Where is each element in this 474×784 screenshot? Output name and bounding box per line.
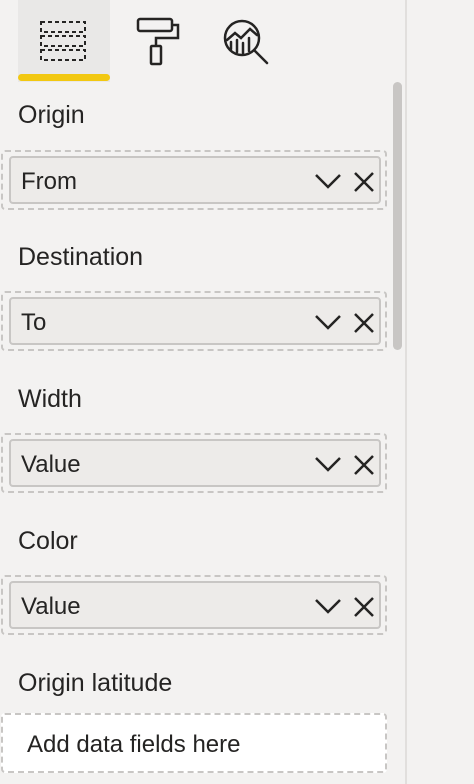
well-origin-latitude-drop-zone[interactable]: Add data fields here [1,713,387,773]
well-label-origin-latitude: Origin latitude [18,669,173,697]
tab-fields[interactable] [18,0,110,82]
well-destination[interactable]: To [1,291,387,351]
active-tab-indicator [18,74,110,81]
chevron-down-icon[interactable] [313,170,343,192]
visualizations-pane: Origin From Destination To Width Value C… [0,0,405,784]
field-pill-color[interactable]: Value [9,581,381,629]
drop-zone-placeholder: Add data fields here [27,731,241,758]
well-label-origin: Origin [18,101,85,129]
close-icon[interactable] [352,453,376,477]
chevron-down-icon[interactable] [313,595,343,617]
analytics-magnifier-icon [223,19,269,65]
well-label-width: Width [18,385,82,413]
close-icon[interactable] [352,170,376,194]
close-icon[interactable] [352,311,376,335]
close-icon[interactable] [352,595,376,619]
field-pill-destination[interactable]: To [9,297,381,345]
scrollbar-thumb[interactable] [393,82,402,350]
pane-tabs [0,0,405,86]
field-name: Value [21,593,81,620]
canvas-edge [405,0,474,784]
chevron-down-icon[interactable] [313,311,343,333]
field-name: Value [21,451,81,478]
well-width[interactable]: Value [1,433,387,493]
well-label-color: Color [18,527,78,555]
tab-format[interactable] [112,0,204,82]
field-pill-origin[interactable]: From [9,156,381,204]
chevron-down-icon[interactable] [313,453,343,475]
field-name: To [21,309,47,336]
well-color[interactable]: Value [1,575,387,635]
tab-analytics[interactable] [200,0,292,82]
field-name: From [21,168,77,195]
fields-icon [40,21,86,61]
well-origin[interactable]: From [1,150,387,210]
well-label-destination: Destination [18,243,144,271]
format-paint-roller-icon [136,17,180,66]
vertical-scrollbar[interactable] [391,82,404,784]
field-pill-width[interactable]: Value [9,439,381,487]
